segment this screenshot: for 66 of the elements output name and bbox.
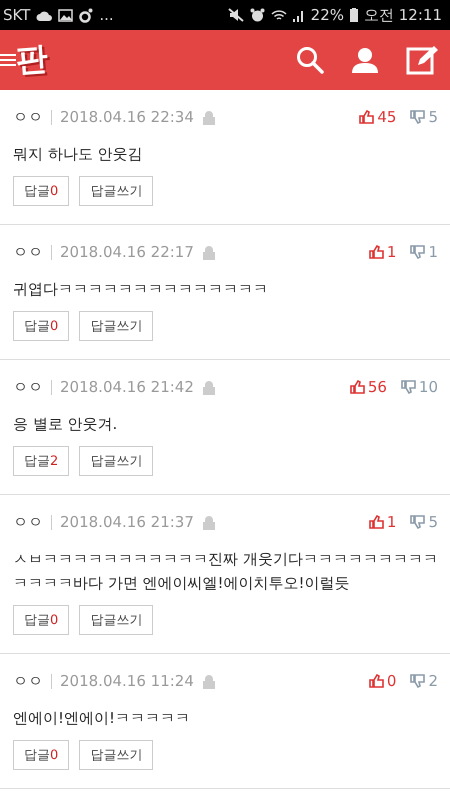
lock-icon [202, 514, 215, 530]
thumbs-up-icon[interactable] [368, 515, 384, 529]
thumbs-down-icon[interactable] [410, 515, 426, 529]
comment-text: 응 별로 안웃겨. [13, 414, 118, 435]
like-count: 1 [386, 243, 396, 261]
search-button[interactable] [296, 46, 324, 74]
thumbs-up-icon[interactable] [368, 245, 384, 259]
like-count: 56 [368, 378, 387, 396]
menu-button[interactable] [0, 51, 16, 69]
comment-date: 2018.04.16 21:42 [60, 378, 194, 396]
more-notifications: ... [99, 6, 114, 24]
comment-date: 2018.04.16 11:24 [60, 672, 194, 690]
lock-icon [202, 244, 215, 260]
lock-icon [202, 110, 215, 124]
dislike-count: 2 [428, 672, 438, 690]
logo[interactable]: 판 [14, 36, 50, 84]
replies-button[interactable]: 답글0 [13, 311, 70, 341]
comment-date: 2018.04.16 22:17 [60, 243, 194, 261]
cloud-icon [36, 10, 52, 20]
thumbs-down-icon[interactable] [410, 674, 426, 688]
comment-text: 귀엽다ㅋㅋㅋㅋㅋㅋㅋㅋㅋㅋㅋㅋㅋㅋ [13, 279, 269, 300]
clock: 오전 12:11 [364, 6, 442, 24]
comment-author: ㅇㅇ [13, 512, 43, 532]
battery-icon [350, 8, 358, 22]
dislike-count: 5 [428, 108, 438, 126]
write-reply-button[interactable]: 답글쓰기 [79, 446, 154, 476]
comment-text: ㅅㅂㅋㅋㅋㅋㅋㅋㅋㅋㅋㅋㅋ진짜 개웃기다ㅋㅋㅋㅋㅋㅋㅋㅋㅋㅋㅋㅋㅋ바다 가면 엔에이씨엘!에이치투오!이럴듯 [13, 549, 438, 594]
profile-button[interactable] [351, 47, 379, 73]
write-reply-button[interactable]: 답글쓰기 [79, 311, 154, 341]
thumbs-up-icon[interactable] [359, 110, 374, 124]
lock-icon [202, 674, 215, 688]
replies-button[interactable]: 답글2 [13, 446, 70, 476]
dislike-count: 1 [428, 243, 438, 261]
comment-author: ㅇㅇ [13, 242, 43, 262]
comment-text: 뭐지 하나도 안웃김 [13, 144, 144, 165]
wifi-icon [270, 8, 287, 22]
replies-button[interactable]: 답글0 [13, 740, 70, 770]
battery-percent: 22% [310, 6, 344, 24]
comment-author: ㅇㅇ [13, 672, 43, 690]
ring-icon [79, 8, 94, 22]
thumbs-up-icon[interactable] [350, 380, 365, 394]
replies-button[interactable]: 답글0 [13, 176, 70, 206]
comment-date: 2018.04.16 21:37 [60, 513, 194, 531]
thumbs-up-icon[interactable] [368, 674, 384, 688]
carrier: SKT [3, 6, 30, 24]
write-reply-button[interactable]: 답글쓰기 [79, 740, 154, 770]
image-icon [58, 8, 74, 22]
like-count: 0 [386, 672, 396, 690]
thumbs-down-icon[interactable] [400, 380, 416, 394]
comment-author: ㅇㅇ [13, 108, 43, 126]
signal-icon [292, 8, 305, 22]
like-count: 1 [386, 513, 396, 531]
comment-author: ㅇㅇ [13, 378, 43, 396]
write-button[interactable] [406, 45, 438, 75]
lock-icon [202, 380, 215, 394]
write-reply-button[interactable]: 답글쓰기 [79, 605, 154, 635]
write-reply-button[interactable]: 답글쓰기 [79, 176, 154, 206]
replies-button[interactable]: 답글0 [13, 605, 70, 635]
dislike-count: 5 [428, 513, 438, 531]
comment-date: 2018.04.16 22:34 [60, 108, 194, 126]
mute-icon [228, 8, 244, 22]
thumbs-down-icon[interactable] [410, 110, 426, 124]
like-count: 45 [377, 108, 396, 126]
comment-text: 엔에이!엔에이!ㅋㅋㅋㅋㅋ [13, 708, 192, 729]
dislike-count: 10 [418, 378, 438, 396]
thumbs-down-icon[interactable] [410, 245, 426, 259]
